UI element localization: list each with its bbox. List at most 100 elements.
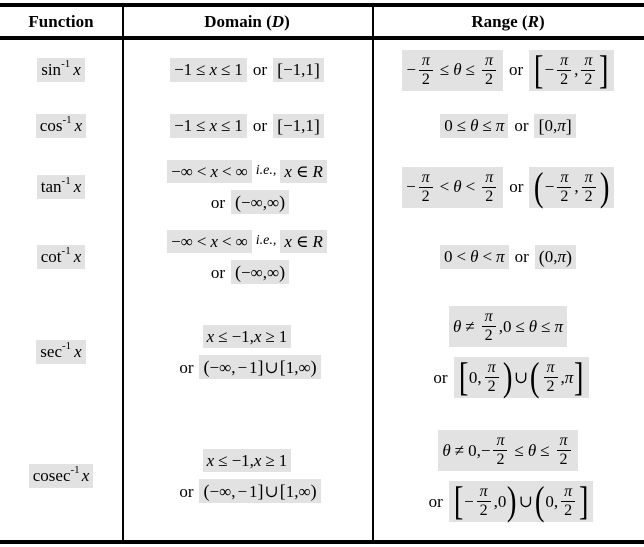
domain-stack: − ∞ < x < ∞ i.e., x ∈ R or (− ∞, ∞) (167, 159, 327, 215)
fraction-denominator: 2 (564, 502, 573, 519)
leq-op: ≤ (456, 116, 467, 136)
domain-cell-cot: − ∞ < x < ∞ i.e., x ∈ R or (− ∞, ∞) (122, 222, 372, 292)
minus-sign: − (209, 481, 220, 501)
fraction-pi-over-2: π2 (557, 52, 572, 88)
leq-op: ≤ (514, 440, 524, 460)
column-header-range: Range (R) (372, 12, 644, 32)
function-cell-cot: cot -1 x (0, 222, 122, 292)
domain-stack: x ≤ −1, x ≥1 or (− ∞, −1] ∪[1, ∞) (173, 324, 321, 380)
number-one: 1 (292, 60, 302, 80)
number-one: 1 (234, 116, 243, 136)
number-zero: 0 (468, 367, 478, 387)
fraction-denominator: 2 (421, 187, 430, 205)
variable-x: x (284, 161, 292, 181)
number-zero: 0 (545, 491, 554, 511)
paren-open: ( (534, 163, 544, 209)
column-header-range-label: Range (471, 11, 518, 31)
infinity-symbol: ∞ (250, 262, 263, 282)
fraction-numerator: π (557, 52, 572, 71)
domain-cell-sec: x ≤ −1, x ≥1 or (− ∞, −1] ∪[1, ∞) (122, 292, 372, 412)
function-argument: x (81, 466, 90, 486)
infinity-symbol: ∞ (267, 262, 280, 282)
fraction-pi-over-2: π2 (543, 360, 558, 395)
paren-open: ( (534, 478, 545, 524)
variable-theta: θ (470, 247, 479, 267)
range-line-1: θ ≠ 0, − π 2 ≤ θ ≤ π 2 (438, 430, 578, 471)
function-cell-tan: tan -1 x (0, 152, 122, 222)
variable-x: x (209, 60, 218, 80)
leq-op: ≤ (540, 440, 550, 460)
fraction-denominator: 2 (560, 70, 569, 88)
inverse-trig-functions-table: Function Domain (D) Range (R) sin -1 x −1 ≤… (0, 0, 644, 547)
function-argument: x (73, 177, 82, 197)
fraction-numerator: π (482, 169, 497, 188)
number-zero: 0 (544, 116, 553, 136)
number-one: 1 (241, 450, 250, 470)
union-op: ∪ (264, 357, 279, 377)
column-header-function-label: Function (28, 11, 94, 31)
symbol-pi: π (564, 367, 574, 387)
leq-op: ≤ (515, 316, 525, 336)
number-one: 1 (234, 60, 243, 80)
range-interval: [0, π 2) ∪(π 2, π] (453, 357, 589, 398)
bracket-close: ] (578, 478, 589, 524)
function-exponent: -1 (61, 175, 71, 188)
function-cell-cos: cos -1 x (0, 100, 122, 152)
minus-sign: − (231, 450, 242, 470)
domain-line-2: or (− ∞, ∞) (205, 260, 290, 285)
minus-sign: − (174, 116, 184, 136)
function-name: sin (41, 60, 62, 80)
conjunction-or: or (514, 247, 529, 267)
function-argument: x (73, 247, 82, 267)
domain-inequality: −1 ≤ x ≤1 (170, 58, 247, 82)
minus-sign: − (283, 116, 293, 136)
range-cell-sec: θ ≠ π 2, 0 ≤ θ ≤ π or [0, π 2) ∪(π 2, π] (372, 292, 644, 412)
number-zero: 0 (468, 440, 477, 460)
domain-line-1: x ≤ −1, x ≥1 (202, 448, 292, 473)
domain-stack: x ≤ −1, x ≥1 or (− ∞, −1] ∪[1, ∞) (173, 448, 321, 504)
minus-sign: − (171, 231, 181, 251)
function-exponent: -1 (62, 340, 72, 353)
function-formula: sec -1 x (36, 340, 86, 364)
variable-theta: θ (528, 316, 538, 336)
geq-op: ≥ (265, 326, 275, 346)
fraction-numerator: π (556, 433, 571, 451)
fraction-denominator: 2 (496, 451, 505, 468)
infinity-symbol: ∞ (219, 357, 232, 377)
paren-close: ) (507, 478, 517, 524)
range-cell-sin: − π 2 ≤ θ ≤ π 2 or [− π 2, π 2] (372, 40, 644, 100)
variable-theta: θ (453, 177, 462, 197)
range-inequality: 0 ≤ θ ≤ π (440, 114, 509, 138)
symbol-pi: π (495, 116, 505, 136)
domain-cell-cosec: x ≤ −1, x ≥1 or (− ∞, −1] ∪[1, ∞) (122, 412, 372, 540)
function-cell-cosec: cosec -1 x (0, 412, 122, 540)
leq-op: ≤ (465, 60, 475, 80)
variable-x: x (210, 161, 218, 181)
leq-op: ≤ (196, 60, 206, 80)
fraction-denominator: 2 (479, 502, 488, 519)
domain-interval: (− ∞, −1] ∪[1, ∞) (199, 479, 321, 504)
number-zero: 0 (502, 316, 512, 336)
domain-paren-open: ( (261, 11, 272, 31)
number-one: 1 (305, 116, 314, 136)
function-exponent: -1 (62, 114, 72, 127)
symbol-real-numbers: R (312, 231, 323, 251)
number-one: 1 (183, 116, 193, 136)
domain-inequality: − ∞ < x < ∞ (167, 229, 252, 254)
fraction-denominator: 2 (484, 327, 493, 344)
table-bottom-border (0, 540, 644, 544)
conjunction-or: or (252, 116, 268, 136)
union-op: ∪ (264, 481, 279, 501)
variable-theta: θ (527, 440, 537, 460)
number-one: 1 (241, 326, 250, 346)
column-header-function: Function (0, 12, 122, 32)
variable-theta: θ (453, 60, 462, 80)
lt-op: < (465, 177, 476, 197)
variable-x: x (210, 231, 218, 251)
table-row: sin -1 x −1 ≤ x ≤1 or [−1, 1] − π 2 ≤ θ ≤ π 2 or [− π 2… (0, 40, 644, 100)
infinity-symbol: ∞ (180, 161, 193, 181)
infinity-symbol: ∞ (180, 231, 193, 251)
conjunction-or: or (210, 262, 226, 282)
lt-op: < (196, 161, 207, 181)
fraction-pi-over-2: π2 (418, 52, 433, 88)
